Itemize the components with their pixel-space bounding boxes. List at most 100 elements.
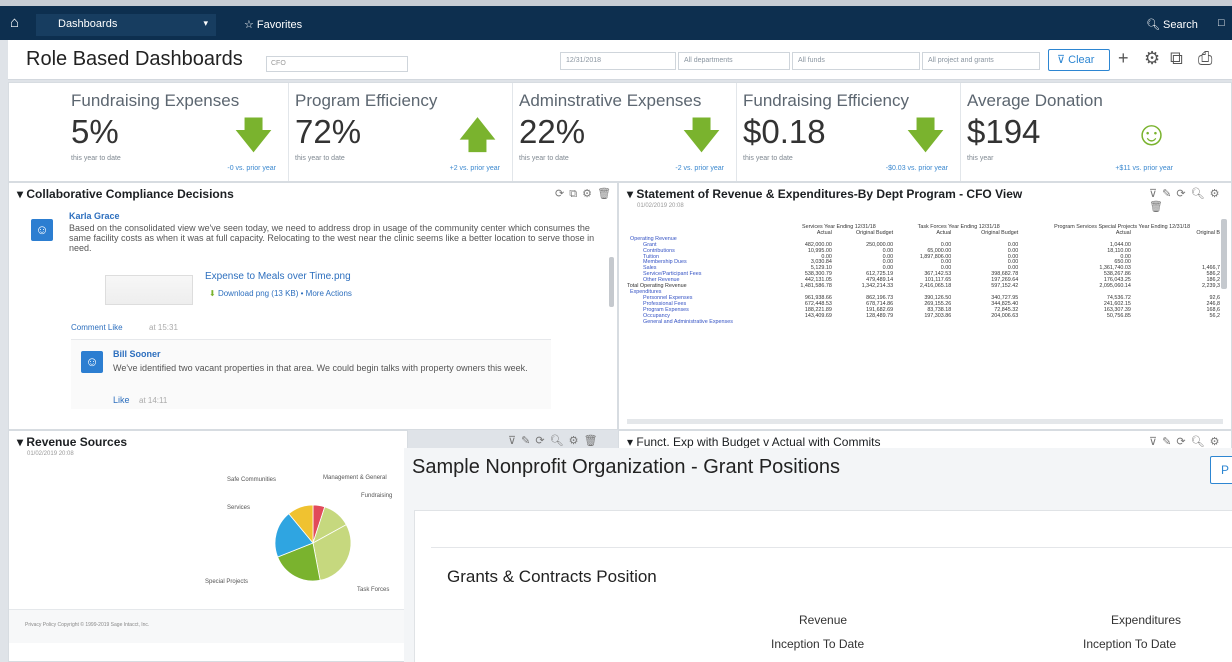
kpi-card[interactable]: Program Efficiency 72% this year to date… [289,83,513,181]
reply-author[interactable]: Bill Sooner [113,349,161,359]
collaboration-panel: ▾ Collaborative Compliance Decisions ⟳ ⧉… [8,182,618,430]
table-cell [782,320,835,326]
panel-toolbar[interactable]: ⊽ ✎ ⟳ 🔍︎ ⚙ 🗑︎ [1149,187,1231,213]
pie-label: Services [227,505,251,511]
project-filter[interactable]: All project and grants [922,52,1040,70]
attachment-thumbnail[interactable] [105,275,193,305]
arrow-down-icon: 🡇 [234,114,272,155]
kpi-value: $0.18 [743,113,826,150]
clear-filter-button[interactable]: ⊽ Clear [1048,49,1110,71]
fund-filter[interactable]: All funds [792,52,920,70]
pie-label: Fundraising [361,493,393,499]
date-value: 12/31/2018 [566,57,602,64]
divider [431,547,1232,548]
table-cell [896,320,954,326]
smiley-icon: ☺ [1134,115,1169,153]
pie-label: Task Forces [357,587,390,593]
grant-positions-view: Sample Nonprofit Organization - Grant Po… [404,448,1232,662]
kpi-value: 72% [295,113,362,150]
reply-time: at 14:11 [139,396,168,405]
grant-card: Grants & Contracts Position Revenue Ince… [414,510,1232,662]
arrow-up-icon: 🡅 [458,114,496,155]
expenditures-header: Expenditures [1111,613,1182,627]
grant-title: Sample Nonprofit Organization - Grant Po… [412,456,840,478]
page-header: Role Based Dashboards CFO 12/31/2018 All… [8,40,1232,80]
collab-title: Collaborative Compliance Decisions [26,187,234,201]
search-button[interactable]: 🔍︎ Search [1146,18,1198,31]
kpi-strip: Fundraising Expenses 5% this year to dat… [8,82,1232,182]
department-filter[interactable]: All departments [678,52,790,70]
arrow-down-icon: 🡇 [682,114,720,155]
page-title: Role Based Dashboards [26,48,243,70]
funct-title: Funct. Exp with Budget v Actual with Com… [636,435,881,449]
kpi-compare: -$0.03 vs. prior year [885,165,948,172]
kpi-card[interactable]: Adminstrative Expenses 22% this year to … [513,83,737,181]
statement-table: Services Year Ending 12/31/18 Task Force… [627,224,1223,326]
panel-subtitle: 01/02/2019 20:08 [637,203,684,209]
kpi-title: Fundraising Efficiency [743,91,909,110]
kpi-card[interactable]: Average Donation $194 this year +$11 vs.… [961,83,1185,181]
kpi-title: Fundraising Expenses [71,91,240,110]
revenue-panel: ▾ Revenue Sources 01/02/2019 20:08 Safe … [8,430,408,662]
kpi-period: this year to date [295,155,345,162]
favorites-label: Favorites [256,19,303,31]
panel-title: ▾ Collaborative Compliance Decisions [17,187,234,201]
scrollbar[interactable] [1221,219,1227,289]
kpi-title: Program Efficiency [295,91,438,110]
comment-author[interactable]: Karla Grace [69,211,120,221]
panel-toolbar[interactable]: ⟳ ⧉ ⚙ 🗑︎ [555,187,612,201]
table-cell [1021,320,1134,326]
favorites-menu[interactable]: ☆ Favorites [244,18,302,31]
avatar: ☺ [31,219,53,241]
chat-icon[interactable]: □ [1218,17,1225,29]
copy-icon[interactable]: ⧉ [1170,48,1183,69]
kpi-compare: +$11 vs. prior year [1115,165,1173,172]
panel-subtitle: 01/02/2019 20:08 [27,451,74,457]
settings-icon[interactable]: ⚙ [1144,48,1160,69]
revenue-panel-toolbar[interactable]: ⊽ ✎ ⟳ 🔍︎ ⚙ 🗑︎ [508,434,599,447]
kpi-value: 22% [519,113,586,150]
date-filter[interactable]: 12/31/2018 [560,52,676,70]
kpi-card[interactable]: Fundraising Efficiency $0.18 this year t… [737,83,961,181]
kpi-title: Average Donation [967,91,1103,110]
role-select[interactable]: CFO [266,56,408,72]
revenue-header: Revenue [799,613,848,627]
download-icon: ⬇ [209,289,216,298]
kpi-period: this year to date [519,155,569,162]
table-cell [835,320,896,326]
kpi-value: $194 [967,113,1041,150]
download-link[interactable]: ⬇ Download png (13 KB) • More Actions [209,289,352,298]
footer: Privacy Policy Copyright © 1999-2019 Sag… [9,609,407,643]
home-icon[interactable]: ⌂ [10,14,19,31]
revenue-title: Revenue Sources [26,435,128,449]
attachment-link[interactable]: Expense to Meals over Time.png [205,271,351,282]
scrollbar[interactable] [609,257,614,307]
comment-text: Based on the consolidated view we've see… [69,223,595,253]
arrow-down-icon: 🡇 [906,114,944,155]
kpi-card[interactable]: Fundraising Expenses 5% this year to dat… [65,83,289,181]
expenditures-subheader: Inception To Date [1083,637,1177,651]
table-body: Operating Revenue Grant 482,000.00 250,000.… [627,236,1223,326]
clear-label: Clear [1068,54,1095,66]
comment-time: at 15:31 [149,323,178,332]
comment-like-actions[interactable]: Comment Like [71,323,123,332]
dashboards-menu[interactable]: Dashboards ▾ [36,14,216,36]
card-title: Grants & Contracts Position [447,567,657,586]
download-label: Download png (13 KB) • More Actions [217,289,352,298]
panel-title: ▾ Statement of Revenue & Expenditures-By… [627,187,1023,201]
pie-label: Safe Communities [227,477,277,483]
table-cell [1134,320,1223,326]
row-label[interactable]: General and Administrative Expenses [627,319,782,326]
horizontal-scrollbar[interactable] [627,419,1223,424]
kpi-title: Adminstrative Expenses [519,91,702,110]
revenue-pie-chart [274,504,352,582]
panel-title: ▾ Funct. Exp with Budget v Actual with C… [627,435,881,449]
kpi-period: this year [967,155,994,162]
like-link[interactable]: Like [113,395,130,405]
pie-label: Management & General [323,475,387,481]
add-icon[interactable]: + [1118,48,1129,69]
print-icon[interactable]: ⎙ [1198,48,1212,69]
panel-title: ▾ Revenue Sources [17,435,128,449]
filter-icon: ⊽ [1057,54,1066,66]
print-button[interactable]: P [1210,456,1232,484]
